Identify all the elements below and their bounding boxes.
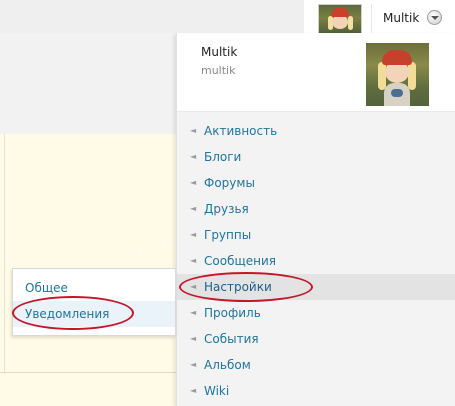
menu-item-groups[interactable]: ◄ Группы — [177, 222, 455, 248]
arrow-left-icon: ◄ — [190, 386, 197, 395]
chevron-down-icon[interactable] — [427, 10, 442, 25]
texture-dot — [140, 252, 142, 254]
menu-item-label[interactable]: Группы — [204, 222, 251, 248]
menu-item-label[interactable]: События — [204, 326, 259, 352]
admin-bar-account: Multik — [308, 0, 455, 35]
arrow-left-icon: ◄ — [190, 126, 197, 135]
avatar-large[interactable] — [366, 43, 429, 106]
menu-item-label[interactable]: Сообщения — [204, 248, 276, 274]
profile-login: multik — [201, 64, 236, 77]
account-display-name: Multik — [383, 11, 420, 25]
avatar-face — [332, 15, 348, 29]
menu-item-label[interactable]: Друзья — [204, 196, 249, 222]
profile-card[interactable]: Multik multik — [177, 33, 455, 112]
account-dropdown: Multik multik ◄ Активность ◄ Блоги ◄ Фор… — [176, 33, 455, 406]
content-edge — [4, 134, 5, 374]
menu-item-label[interactable]: Блоги — [204, 144, 241, 170]
arrow-left-icon: ◄ — [190, 152, 197, 161]
avatar-hat — [331, 8, 349, 17]
arrow-left-icon: ◄ — [190, 230, 197, 239]
texture-dot — [165, 244, 167, 246]
menu-item-profile[interactable]: ◄ Профиль — [177, 300, 455, 326]
profile-display-name[interactable]: Multik — [201, 45, 237, 59]
content-bottom-line — [0, 372, 176, 373]
menu-item-blogs[interactable]: ◄ Блоги — [177, 144, 455, 170]
arrow-left-icon: ◄ — [190, 256, 197, 265]
menu-item-events[interactable]: ◄ События — [177, 326, 455, 352]
menu-item-label[interactable]: Форумы — [204, 170, 255, 196]
arrow-left-icon: ◄ — [190, 334, 197, 343]
menu-item-label[interactable]: Профиль — [204, 300, 261, 326]
menu-item-label[interactable]: Настройки — [204, 274, 272, 300]
avatar-hair — [408, 62, 416, 90]
menu-item-activity[interactable]: ◄ Активность — [177, 118, 455, 144]
arrow-left-icon: ◄ — [190, 178, 197, 187]
page-background-top — [0, 0, 304, 33]
menu-item-album[interactable]: ◄ Альбом — [177, 352, 455, 378]
avatar-hat — [382, 50, 412, 65]
avatar-hair — [348, 16, 353, 30]
submenu-item-label[interactable]: Уведомления — [25, 301, 109, 327]
menu-item-messages[interactable]: ◄ Сообщения — [177, 248, 455, 274]
menu-item-wiki[interactable]: ◄ Wiki — [177, 378, 455, 404]
menu-item-forums[interactable]: ◄ Форумы — [177, 170, 455, 196]
submenu-item-notifications[interactable]: Уведомления — [13, 301, 175, 327]
account-menu-toggle[interactable]: Multik — [371, 4, 455, 33]
arrow-left-icon: ◄ — [190, 204, 197, 213]
avatar-small[interactable] — [318, 4, 362, 35]
avatar-hair — [378, 62, 386, 90]
menu-item-friends[interactable]: ◄ Друзья — [177, 196, 455, 222]
page-background-gray — [0, 33, 176, 134]
menu-item-label[interactable]: Wiki — [204, 378, 229, 404]
arrow-left-icon: ◄ — [190, 282, 197, 291]
submenu-item-general[interactable]: Общее — [13, 275, 175, 301]
arrow-left-icon: ◄ — [190, 360, 197, 369]
arrow-left-icon: ◄ — [190, 308, 197, 317]
menu-item-label[interactable]: Активность — [204, 118, 277, 144]
account-menu: ◄ Активность ◄ Блоги ◄ Форумы ◄ Друзья ◄… — [177, 118, 455, 404]
avatar-arm — [391, 89, 403, 97]
menu-item-label[interactable]: Альбом — [204, 352, 251, 378]
menu-item-settings[interactable]: ◄ Настройки — [177, 274, 455, 300]
settings-submenu: Общее Уведомления — [12, 268, 176, 336]
submenu-item-label[interactable]: Общее — [25, 275, 68, 301]
